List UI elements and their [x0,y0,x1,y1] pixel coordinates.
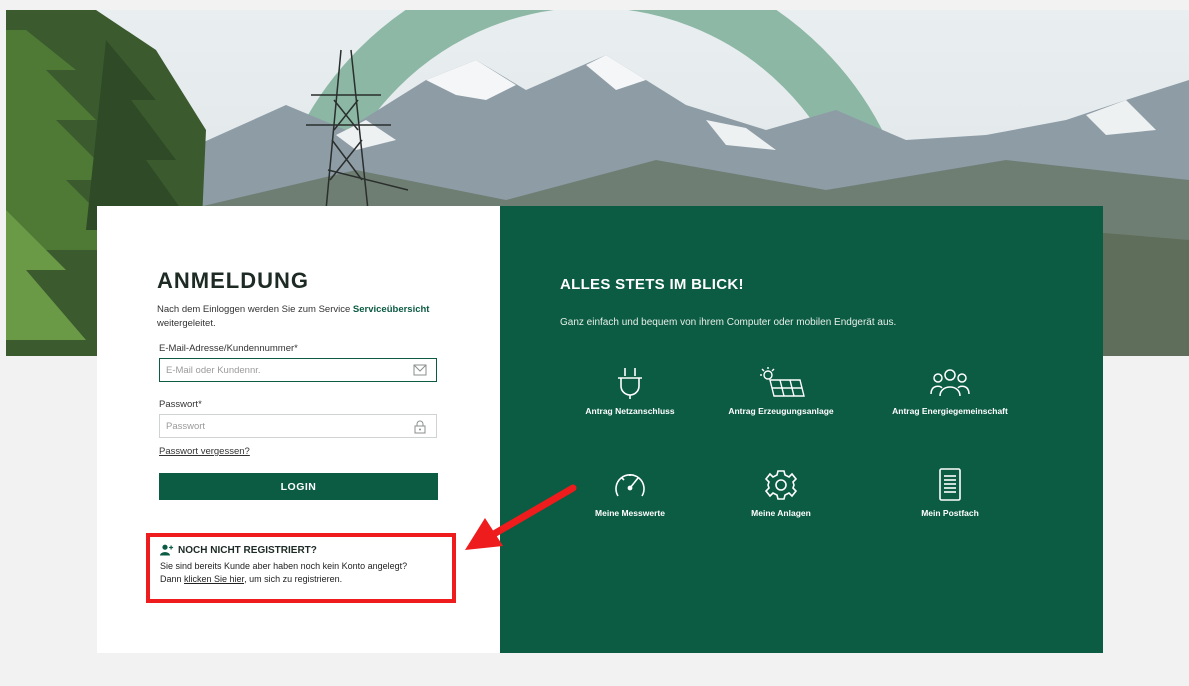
feature-label: Mein Postfach [921,508,979,518]
login-button[interactable]: LOGIN [159,473,438,500]
feature-erzeugungsanlage[interactable]: Antrag Erzeugungsanlage [706,366,856,416]
document-icon [939,468,961,501]
features-panel: ALLES STETS IM BLICK! Ganz einfach und b… [500,206,1103,653]
gauge-icon [615,474,645,497]
features-title: ALLES STETS IM BLICK! [560,276,744,293]
feature-postfach[interactable]: Mein Postfach [875,468,1025,518]
community-icon [930,369,970,397]
login-title: ANMELDUNG [157,268,309,293]
feature-netzanschluss[interactable]: Antrag Netzanschluss [555,366,705,416]
email-label: E-Mail-Adresse/Kundennummer* [159,343,298,354]
intro-text: Nach dem Einloggen werden Sie zum Servic… [157,304,351,315]
plug-icon [618,368,642,399]
forgot-password-link[interactable]: Passwort vergessen? [159,446,250,457]
login-intro: Nach dem Einloggen werden Sie zum Servic… [157,303,457,331]
email-field-wrapper [159,358,437,382]
gear-icon [764,470,798,500]
feature-label: Antrag Netzanschluss [585,406,675,416]
feature-energiegemeinschaft[interactable]: Antrag Energiegemeinschaft [875,366,1025,416]
password-label: Passwort* [159,399,202,410]
password-field[interactable] [160,415,406,437]
envelope-icon [413,364,427,376]
email-field[interactable] [160,359,406,381]
feature-anlagen[interactable]: Meine Anlagen [706,468,856,518]
feature-label: Antrag Energiegemeinschaft [892,406,1008,416]
feature-label: Meine Anlagen [751,508,811,518]
features-subtitle: Ganz einfach und bequem von ihrem Comput… [560,317,897,328]
solar-panel-icon [760,367,805,397]
service-overview-link[interactable]: Serviceübersicht [353,304,430,315]
registration-highlight-box [146,533,456,603]
annotation-arrow-icon [465,484,577,550]
feature-label: Antrag Erzeugungsanlage [728,406,834,416]
intro-suffix: weitergeleitet. [157,318,216,329]
password-field-wrapper [159,414,437,438]
lock-icon [414,420,426,434]
